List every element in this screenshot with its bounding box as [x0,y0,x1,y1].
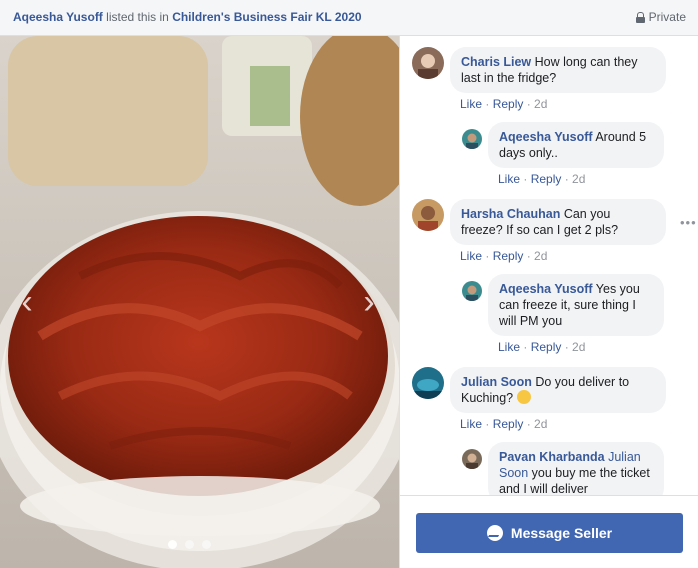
reply-link[interactable]: Reply [493,97,524,111]
comment-time[interactable]: 2d [572,340,585,354]
avatar[interactable] [412,199,444,231]
comment-time[interactable]: 2d [534,97,547,111]
reply-bubble: Pavan Kharbanda Julian Soon you buy me t… [488,442,664,495]
more-options-button[interactable]: ••• [680,215,697,230]
comment-author[interactable]: Aqeesha Yusoff [499,130,593,144]
next-photo-button[interactable]: › [356,284,382,320]
like-link[interactable]: Like [460,97,482,111]
privacy-indicator: Private [635,10,686,24]
message-seller-label: Message Seller [510,525,613,541]
comment-author[interactable]: Aqeesha Yusoff [499,282,593,296]
comment-actions: Like · Reply · 2d [498,172,586,186]
avatar[interactable] [462,449,482,469]
comment-author[interactable]: Pavan Kharbanda [499,450,605,464]
avatar-image [462,449,482,469]
avatar[interactable] [462,129,482,149]
reply-link[interactable]: Reply [493,249,524,263]
listing-footer: Message Seller [399,495,698,568]
comment-bubble: Harsha Chauhan Can you freeze? If so can… [450,199,666,245]
avatar-image [462,281,482,301]
comment-bubble: Charis Liew How long can they last in th… [450,47,666,93]
avatar[interactable] [412,47,444,79]
group-link[interactable]: Children's Business Fair KL 2020 [172,10,361,24]
reply-link[interactable]: Reply [531,172,562,186]
comment-time[interactable]: 2d [534,249,547,263]
listing-photo: ‹ › [0,36,399,568]
listing-info: Aqeesha Yusoff listed this in Children's… [13,10,362,24]
comment-bubble: Julian Soon Do you deliver to Kuching? [450,367,666,413]
comment-author[interactable]: Julian Soon [461,375,532,389]
listing-header: Aqeesha Yusoff listed this in Children's… [0,0,698,36]
avatar[interactable] [462,281,482,301]
photo-dot-2[interactable] [185,540,194,549]
comment-time[interactable]: 2d [534,417,547,431]
grinning-emoji-icon [516,390,531,404]
message-seller-button[interactable]: Message Seller [416,513,683,553]
photo-pagination [168,540,211,549]
messenger-icon [486,525,503,541]
comment-actions: Like · Reply · 2d [460,249,548,263]
photo-dot-1[interactable] [168,540,177,549]
avatar-image [462,129,482,149]
reply-link[interactable]: Reply [531,340,562,354]
previous-photo-button[interactable]: ‹ [14,284,40,320]
like-link[interactable]: Like [460,249,482,263]
like-link[interactable]: Like [460,417,482,431]
reply-bubble: Aqeesha Yusoff Yes you can freeze it, su… [488,274,664,336]
avatar-image [412,367,444,399]
comment-time[interactable]: 2d [572,172,585,186]
seller-link[interactable]: Aqeesha Yusoff [13,10,103,24]
like-link[interactable]: Like [498,172,520,186]
listed-text: listed this in [102,10,173,24]
photo-dot-3[interactable] [202,540,211,549]
avatar[interactable] [412,367,444,399]
comment-author[interactable]: Charis Liew [461,55,531,69]
comment-actions: Like · Reply · 2d [498,340,586,354]
comment-actions: Like · Reply · 2d [460,97,548,111]
like-link[interactable]: Like [498,340,520,354]
sambal-photo [0,36,399,568]
comments-panel[interactable]: Charis Liew How long can they last in th… [399,36,698,495]
reply-link[interactable]: Reply [493,417,524,431]
comment-actions: Like · Reply · 2d [460,417,548,431]
lock-icon [635,11,645,23]
reply-bubble: Aqeesha Yusoff Around 5 days only.. [488,122,664,168]
comment-author[interactable]: Harsha Chauhan [461,207,560,221]
avatar-image [412,199,444,231]
avatar-image [412,47,444,79]
privacy-label: Private [648,10,686,24]
